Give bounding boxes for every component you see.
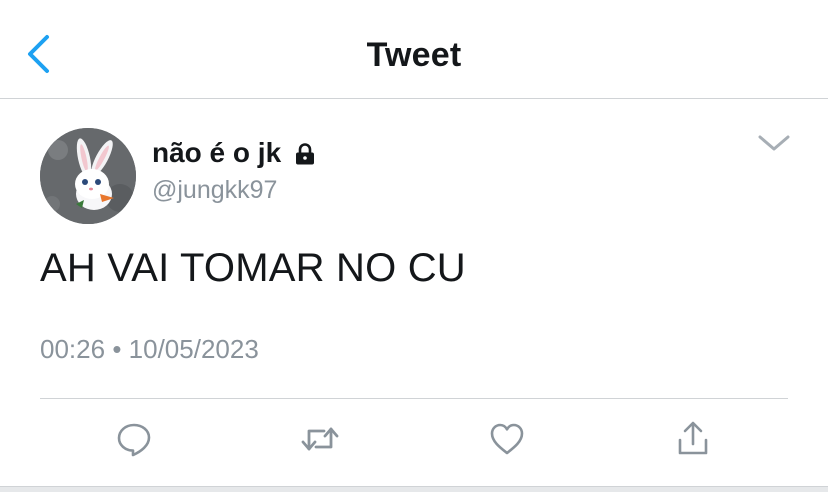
retweet-button[interactable]	[298, 419, 342, 463]
heart-icon	[488, 421, 526, 462]
lock-icon	[293, 142, 317, 166]
share-icon	[675, 420, 711, 463]
tweet-timestamp: 00:26 • 10/05/2023	[40, 334, 259, 365]
share-button[interactable]	[671, 419, 715, 463]
like-button[interactable]	[485, 419, 529, 463]
meta-separator: •	[112, 334, 122, 364]
page-title: Tweet	[366, 36, 462, 74]
user-handle[interactable]: @jungkk97	[152, 176, 277, 205]
chevron-down-icon	[757, 133, 791, 158]
author-name-row: não é o jk	[152, 136, 317, 170]
tweet-menu-button[interactable]	[754, 130, 794, 160]
retweet-icon	[300, 420, 340, 463]
reply-button[interactable]	[112, 419, 156, 463]
tweet-date: 10/05/2023	[128, 334, 259, 364]
divider	[40, 398, 788, 399]
avatar[interactable]	[40, 128, 136, 224]
tweet-text: AH VAI TOMAR NO CU	[40, 246, 466, 290]
navigation-bar: Tweet	[0, 0, 828, 99]
tweet-time: 00:26	[40, 334, 106, 364]
bottom-bar	[0, 486, 828, 492]
reply-icon	[115, 420, 153, 463]
display-name[interactable]: não é o jk	[152, 137, 281, 169]
